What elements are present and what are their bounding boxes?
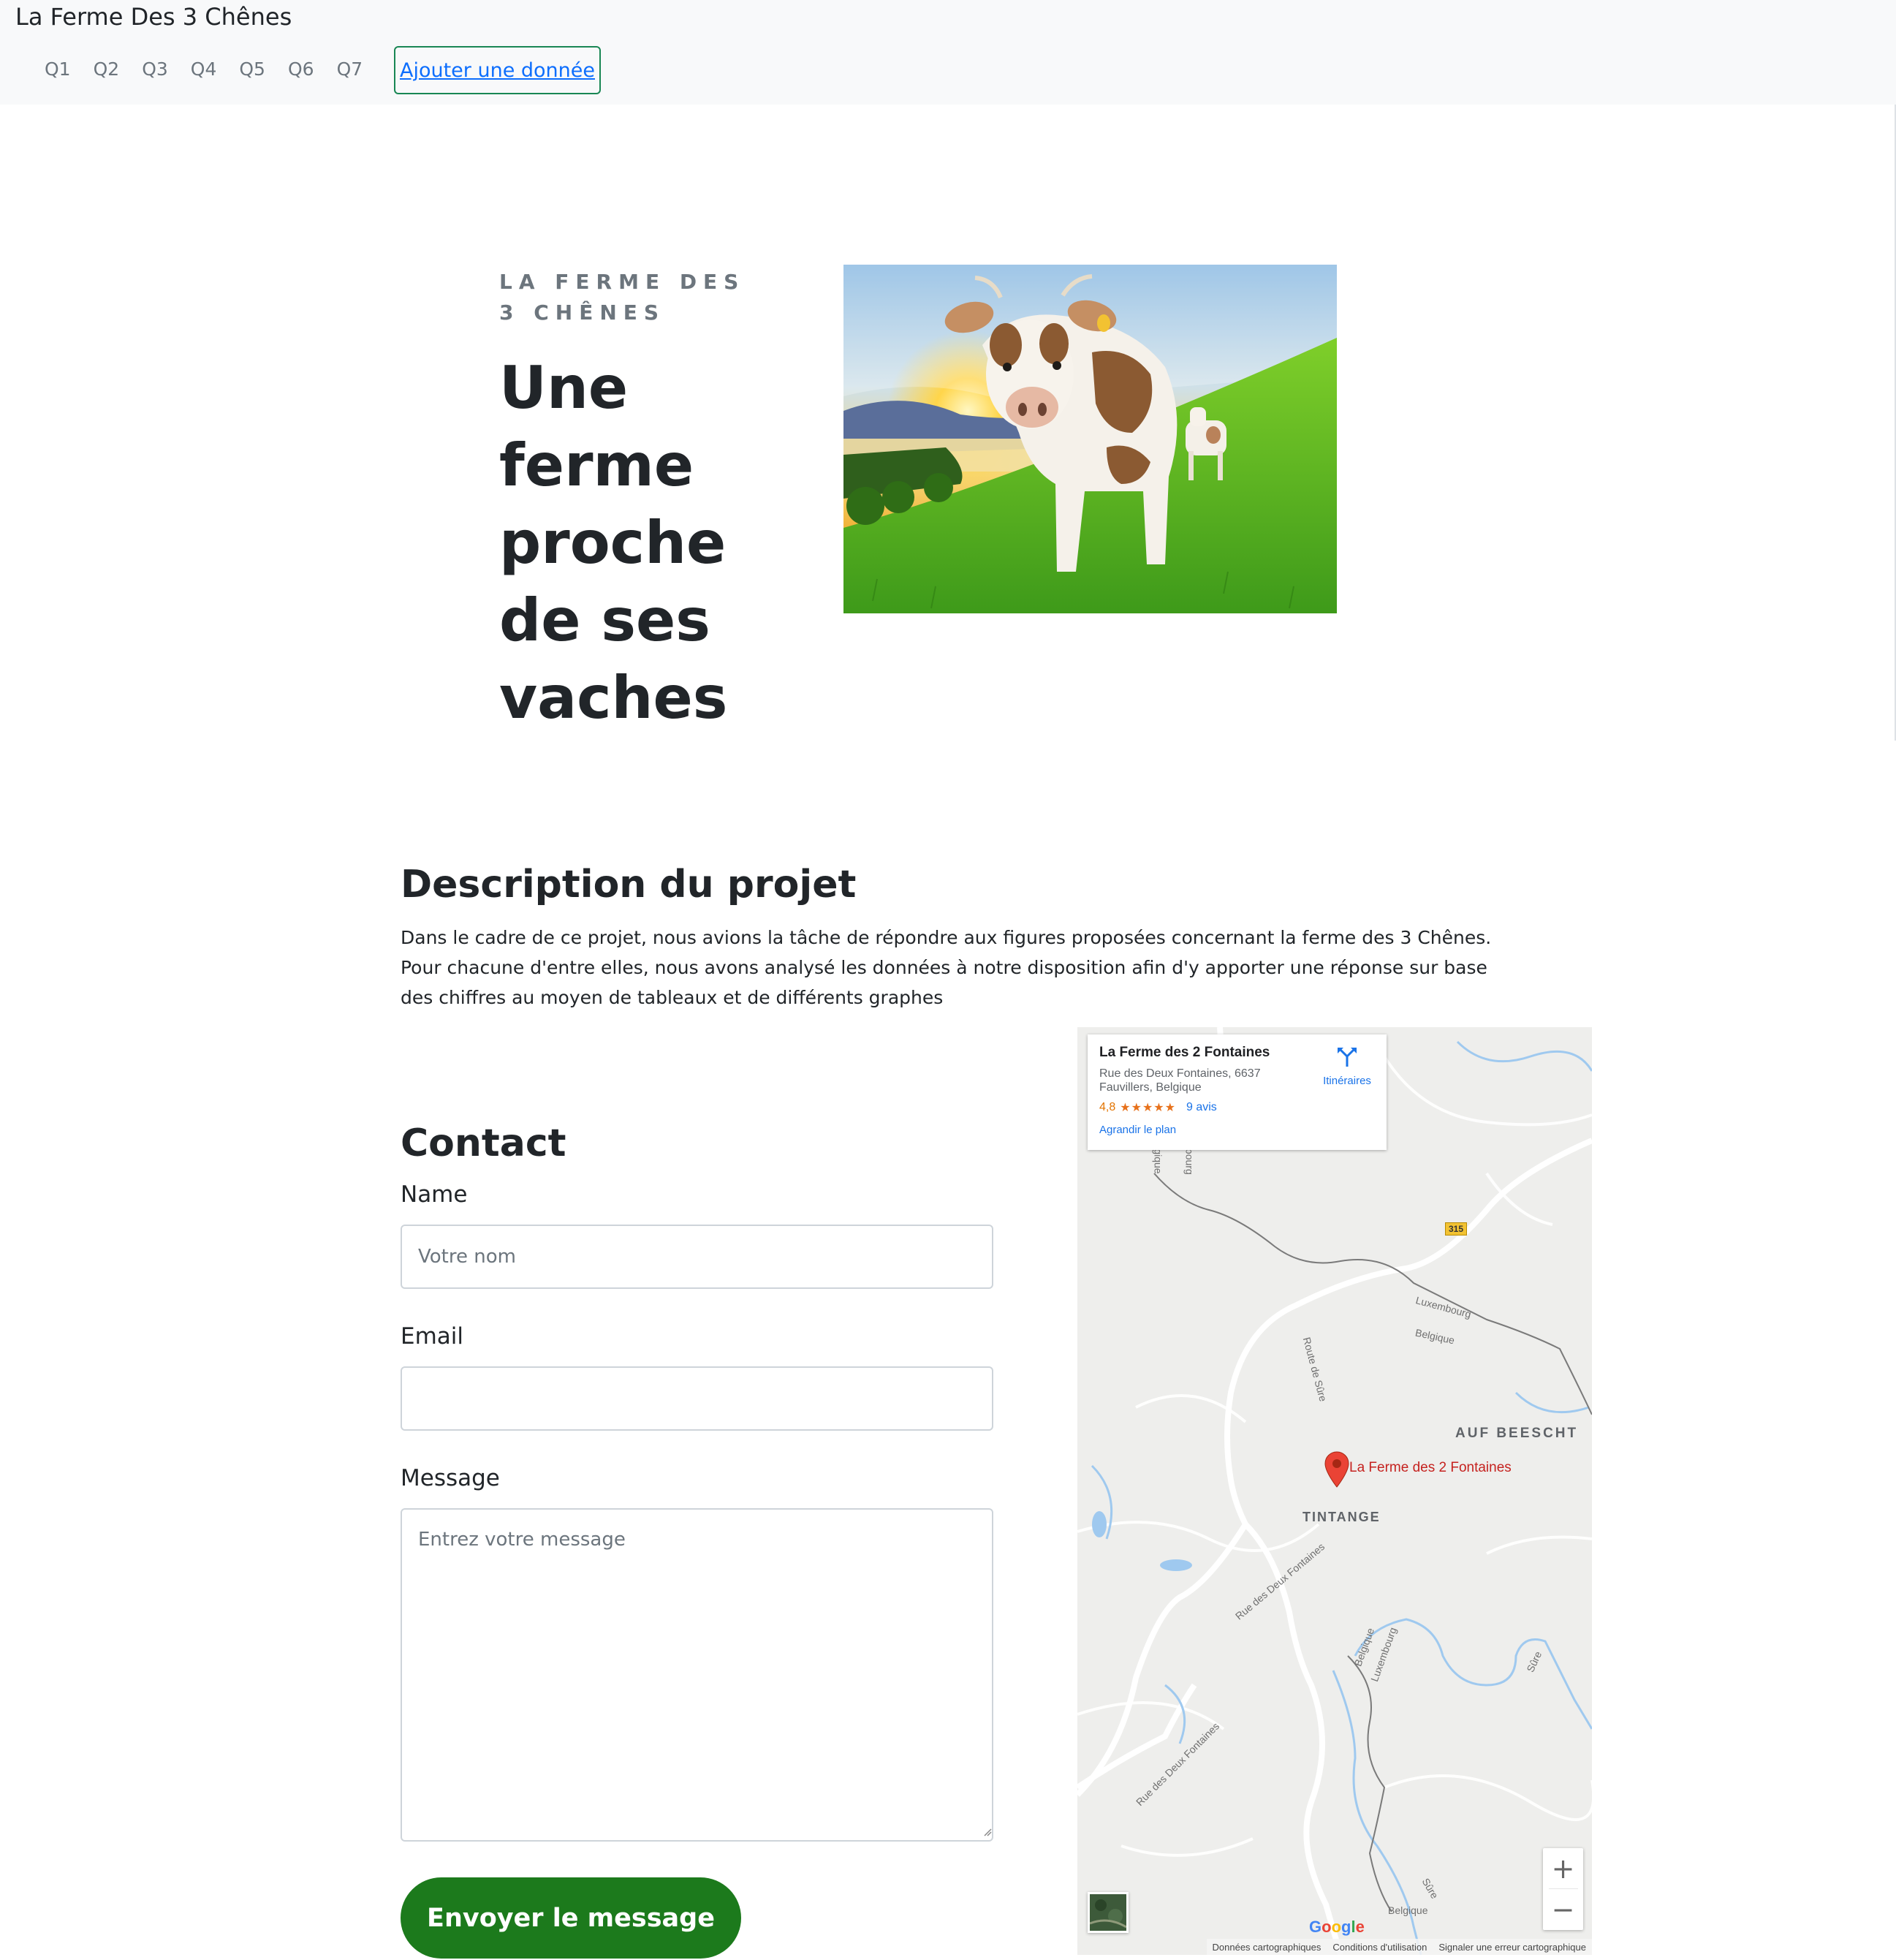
map-card-address: Rue des Deux Fontaines, 6637 Fauvillers,… <box>1099 1067 1261 1094</box>
name-label: Name <box>401 1181 468 1208</box>
nav-links: Q1 Q2 Q3 Q4 Q5 Q6 Q7 <box>45 58 385 80</box>
top-navbar: La Ferme Des 3 Chênes Q1 Q2 Q3 Q4 Q5 Q6 … <box>0 0 1896 105</box>
nav-link-q2[interactable]: Q2 <box>94 58 120 80</box>
nav-link-q6[interactable]: Q6 <box>288 58 314 80</box>
reviews-link[interactable]: 9 avis <box>1186 1101 1217 1114</box>
email-label: Email <box>401 1323 464 1350</box>
road-number-badge: 315 <box>1445 1222 1468 1236</box>
submit-button[interactable]: Envoyer le message <box>401 1877 741 1959</box>
navbar-brand[interactable]: La Ferme Des 3 Chênes <box>15 3 292 31</box>
directions-label: Itinéraires <box>1323 1075 1371 1087</box>
region-label: AUF BEESCHT <box>1455 1426 1579 1441</box>
resize-grip-icon[interactable] <box>983 1828 992 1836</box>
email-input[interactable] <box>401 1366 993 1431</box>
map-info-card: La Ferme des 2 Fontaines Rue des Deux Fo… <box>1088 1034 1387 1150</box>
google-logo-letter-2: o <box>1321 1918 1332 1936</box>
description-heading: Description du projet <box>401 863 857 907</box>
nav-link-q3[interactable]: Q3 <box>142 58 168 80</box>
google-logo: Google <box>1309 1918 1365 1937</box>
cow-illustration <box>843 265 1337 613</box>
nav-link-q7[interactable]: Q7 <box>337 58 363 80</box>
name-input[interactable] <box>401 1225 993 1289</box>
satellite-toggle[interactable] <box>1088 1892 1129 1933</box>
google-logo-letter-1: G <box>1309 1918 1322 1936</box>
enlarge-map-link[interactable]: Agrandir le plan <box>1099 1124 1375 1136</box>
description-text: Dans le cadre de ce projet, nous avions … <box>401 927 1492 1008</box>
map-terms-link[interactable]: Conditions d'utilisation <box>1327 1942 1433 1953</box>
add-data-button[interactable]: Ajouter une donnée <box>394 46 601 94</box>
hero-title: Une ferme proche de ses vaches <box>499 354 728 732</box>
google-logo-letter-6: e <box>1355 1918 1365 1936</box>
directions-button[interactable]: Itinéraires <box>1314 1046 1380 1087</box>
map-pin-icon[interactable] <box>1324 1451 1349 1488</box>
message-textarea[interactable] <box>401 1508 993 1842</box>
google-logo-letter-3: o <box>1331 1918 1342 1936</box>
zoom-in-button[interactable]: + <box>1543 1848 1583 1888</box>
cow-photo <box>843 265 1337 613</box>
nav-link-q5[interactable]: Q5 <box>239 58 265 80</box>
zoom-out-button[interactable]: − <box>1543 1889 1583 1929</box>
directions-icon <box>1338 1048 1357 1067</box>
road-label-belgique-3: Belgique <box>1388 1904 1428 1916</box>
contact-heading: Contact <box>401 1121 566 1165</box>
rating-stars-icon: ★★★★★ <box>1120 1102 1176 1114</box>
map-data-link[interactable]: Données cartographiques <box>1207 1942 1327 1953</box>
nav-link-q4[interactable]: Q4 <box>191 58 217 80</box>
rating-value: 4,8 <box>1099 1101 1116 1113</box>
satellite-thumbnail-icon <box>1090 1894 1126 1931</box>
map-footer: Données cartographiques Conditions d'uti… <box>1206 1939 1592 1955</box>
map-card-rating: 4,8 ★★★★★ 9 avis <box>1099 1100 1375 1115</box>
google-map[interactable]: elgique mbourg 315 Luxembourg Belgique R… <box>1077 1027 1592 1955</box>
google-logo-letter-4: g <box>1341 1918 1351 1936</box>
hero-eyebrow: LA FERME DES 3 CHÊNES <box>499 270 746 325</box>
village-label: TINTANGE <box>1302 1510 1381 1524</box>
map-report-link[interactable]: Signaler une erreur cartographique <box>1433 1942 1592 1953</box>
zoom-control: + − <box>1543 1848 1583 1930</box>
map-pin-label[interactable]: La Ferme des 2 Fontaines <box>1349 1460 1512 1476</box>
message-label: Message <box>401 1465 500 1491</box>
nav-link-q1[interactable]: Q1 <box>45 58 71 80</box>
